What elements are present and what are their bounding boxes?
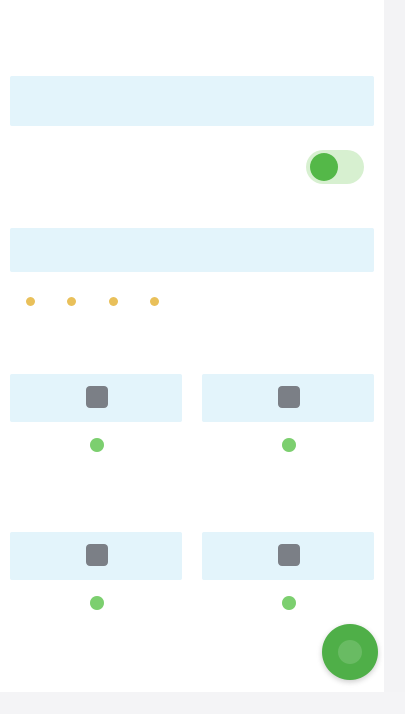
square-icon (86, 386, 108, 408)
bottom-strip (0, 692, 405, 714)
chip-item[interactable] (22, 294, 35, 308)
card-header (202, 532, 374, 580)
toggle-switch[interactable] (306, 150, 364, 184)
toggle-knob (310, 153, 338, 181)
app-screen (0, 0, 384, 714)
square-icon (278, 386, 300, 408)
card-header (202, 374, 374, 422)
chip-dot-icon (108, 297, 118, 307)
status-dot-icon (90, 438, 104, 452)
feature-card[interactable] (10, 374, 182, 514)
square-icon (278, 544, 300, 566)
card-header (10, 532, 182, 580)
chip-list (22, 292, 372, 316)
scrollbar-track[interactable] (384, 0, 405, 714)
chip-item[interactable] (63, 294, 77, 308)
feature-card[interactable] (202, 374, 374, 514)
chip-item[interactable] (146, 294, 160, 308)
chip-dot-icon (67, 297, 77, 307)
section-two-banner (10, 228, 374, 272)
toggle-row (22, 148, 372, 188)
status-dot-icon (282, 438, 296, 452)
card-header (10, 374, 182, 422)
chip-dot-icon (150, 297, 160, 307)
status-dot-icon (90, 596, 104, 610)
floating-action-button[interactable] (322, 624, 378, 680)
section-one-banner (10, 76, 374, 126)
chip-dot-icon (26, 297, 35, 307)
chip-item[interactable] (105, 294, 118, 308)
feature-card[interactable] (10, 532, 182, 672)
status-dot-icon (282, 596, 296, 610)
square-icon (86, 544, 108, 566)
